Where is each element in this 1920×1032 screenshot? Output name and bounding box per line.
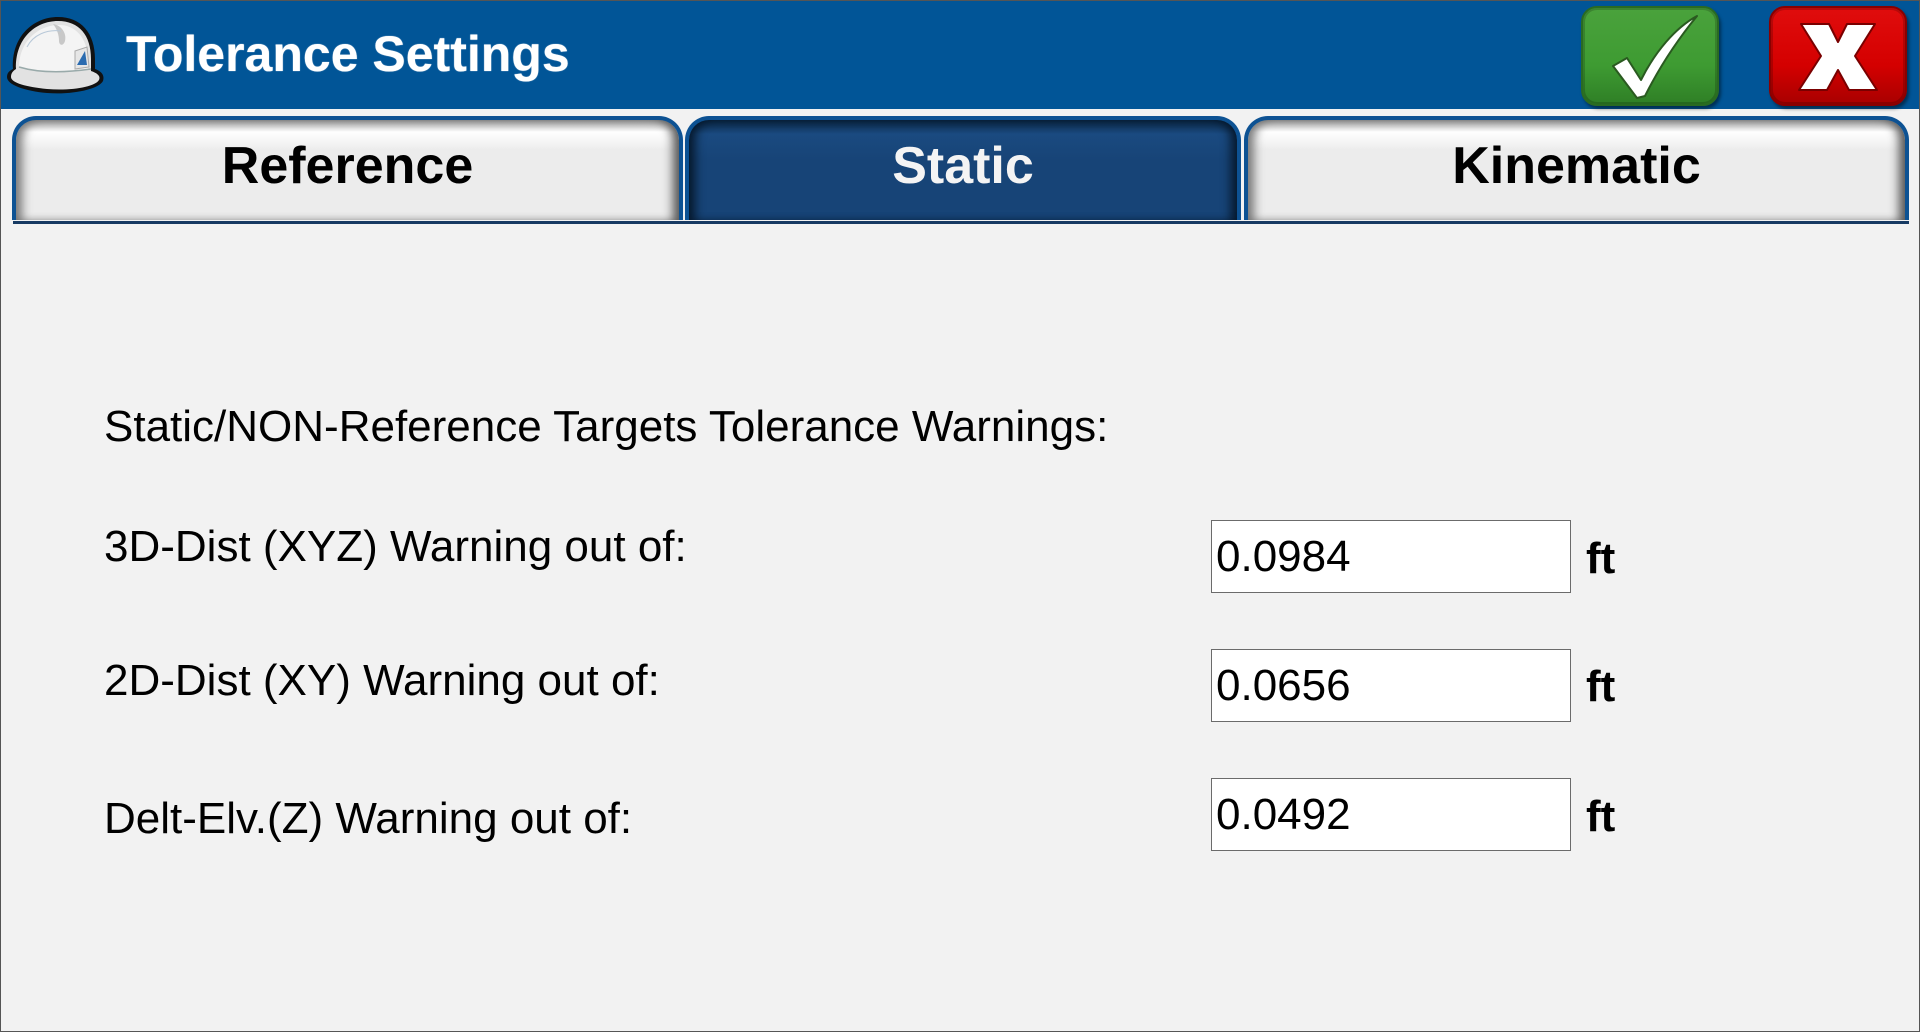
checkmark-icon (1612, 15, 1698, 99)
tab-label: Static (892, 137, 1034, 195)
window-title: Tolerance Settings (126, 26, 570, 82)
row-label-2d-dist: 2D-Dist (XY) Warning out of: (104, 656, 660, 705)
title-bar: Tolerance Settings (1, 1, 1919, 109)
ok-button[interactable] (1581, 6, 1719, 106)
tab-bar: Reference Static Kinematic (1, 109, 1919, 225)
2d-dist-warning-input[interactable] (1211, 649, 1571, 722)
tab-reference[interactable]: Reference (12, 116, 683, 220)
unit-label: ft (1586, 534, 1616, 583)
unit-label: ft (1586, 792, 1616, 841)
3d-dist-warning-input[interactable] (1211, 520, 1571, 593)
tab-divider (13, 221, 1909, 224)
cancel-button[interactable] (1769, 6, 1907, 106)
tab-label: Reference (221, 137, 474, 195)
tab-kinematic[interactable]: Kinematic (1244, 116, 1909, 220)
row-label-delt-elv: Delt-Elv.(Z) Warning out of: (104, 794, 633, 843)
tab-label: Kinematic (1452, 137, 1701, 195)
delt-elv-warning-input[interactable] (1211, 778, 1571, 851)
x-icon (1798, 23, 1878, 91)
hard-hat-icon (7, 17, 104, 94)
tolerance-settings-window: Tolerance Settings Reference Static Kine… (0, 0, 1920, 1032)
tab-static[interactable]: Static (685, 116, 1241, 220)
row-label-3d-dist: 3D-Dist (XYZ) Warning out of: (104, 522, 687, 571)
section-title: Static/NON-Reference Targets Tolerance W… (104, 402, 1109, 451)
unit-label: ft (1586, 662, 1616, 711)
